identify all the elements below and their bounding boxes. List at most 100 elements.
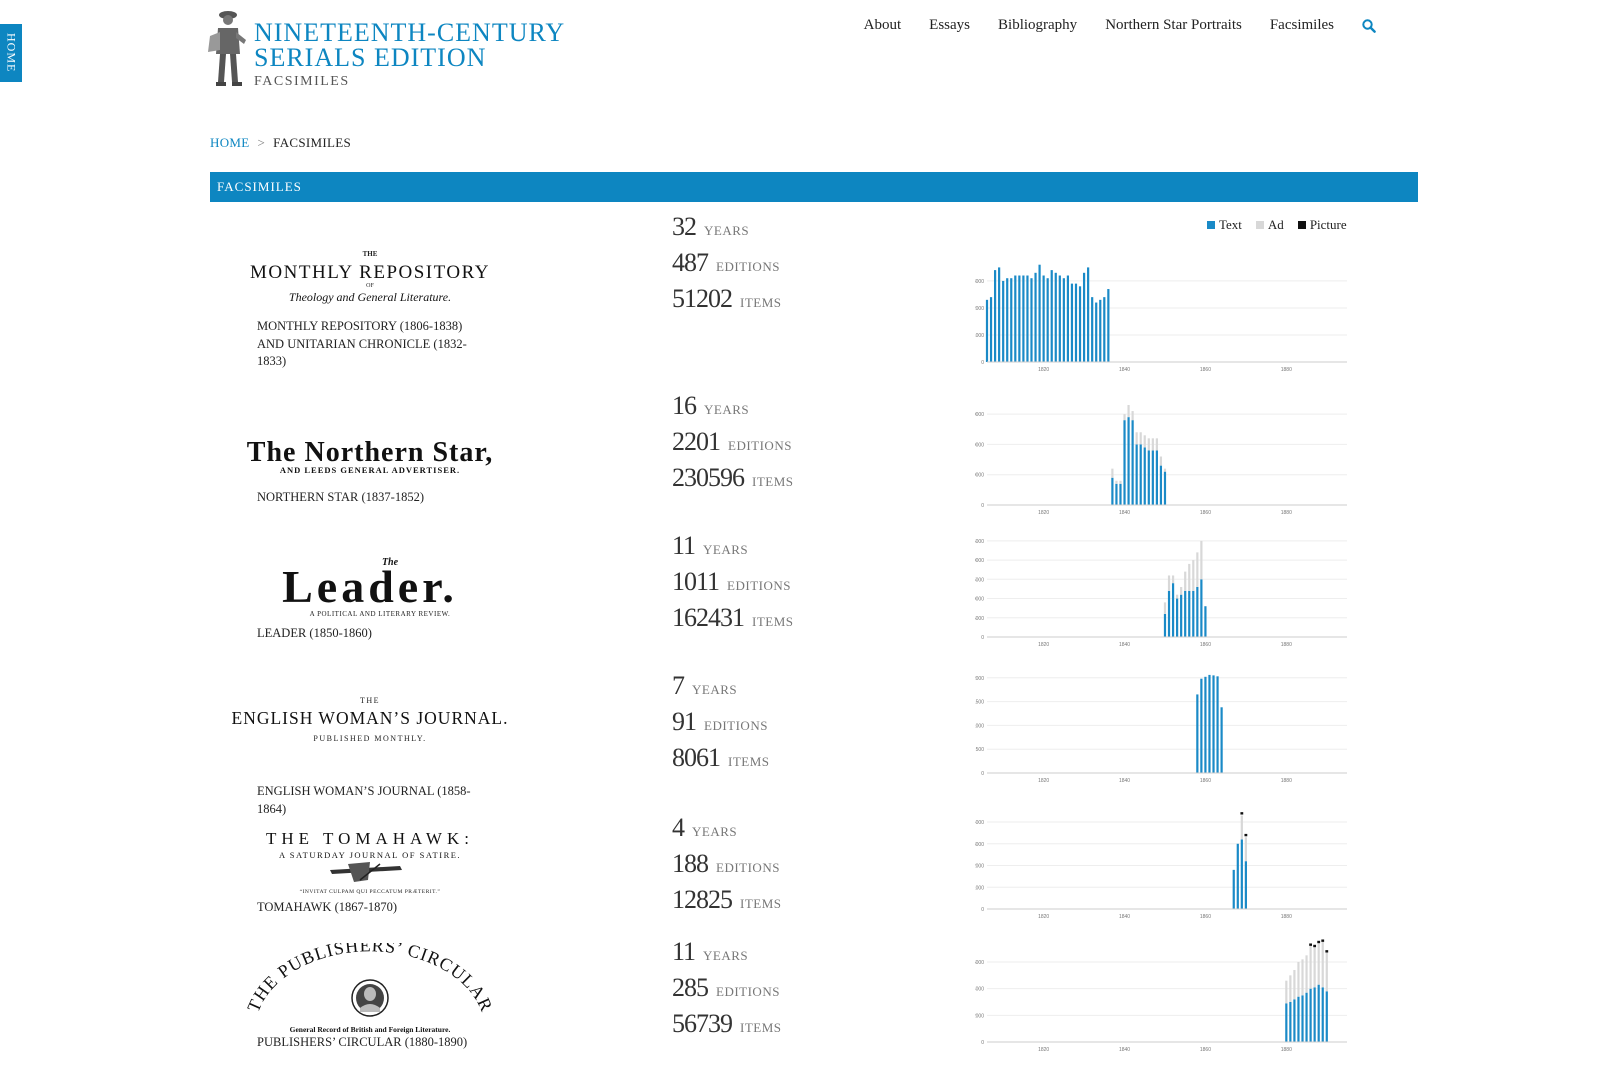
masthead-english-womans-journal[interactable]: THE ENGLISH WOMAN’S JOURNAL. PUBLISHED M… — [230, 673, 510, 773]
nav-facsimiles[interactable]: Facsimiles — [1270, 17, 1334, 34]
breadcrumb-separator: > — [257, 135, 266, 150]
nav-about[interactable]: About — [864, 17, 902, 34]
logo-title-line2: SERIALS EDITION — [254, 43, 487, 72]
nav-bibliography[interactable]: Bibliography — [998, 17, 1077, 34]
masthead-leader[interactable]: The Leader. A POLITICAL AND LITERARY REV… — [230, 537, 510, 637]
publication-title[interactable]: PUBLISHERS’ CIRCULAR (1880-1890) — [257, 1034, 482, 1052]
y-tick-label: 6000 — [975, 960, 984, 966]
publication-title[interactable]: TOMAHAWK (1867-1870) — [257, 899, 482, 917]
home-tab[interactable]: HOME — [0, 24, 22, 82]
bar-text — [1208, 674, 1211, 773]
y-tick-label: 0 — [981, 503, 984, 509]
masthead-publishers-circular[interactable]: THE PUBLISHERS’ CIRCULAR General Record … — [230, 943, 510, 1043]
publication-title[interactable]: NORTHERN STAR (1837-1852) — [257, 489, 482, 507]
masthead-tomahawk[interactable]: THE TOMAHAWK: A SATURDAY JOURNAL OF SATI… — [230, 813, 510, 913]
bar-text — [1204, 606, 1207, 637]
bar-text — [1082, 272, 1086, 362]
bar-ad — [1313, 947, 1316, 988]
site-logo[interactable]: NINETEENTH-CENTURY SERIALS EDITION FACSI… — [206, 6, 565, 90]
bar-text — [1002, 280, 1005, 362]
bar-ad — [1285, 980, 1288, 1004]
publication-title[interactable]: LEADER (1850-1860) — [257, 625, 482, 643]
bar-text — [1200, 678, 1203, 773]
bar-text — [1050, 270, 1053, 362]
bar-picture — [1325, 950, 1329, 953]
stat-years-value: 11 — [672, 531, 696, 560]
bar-text — [1313, 987, 1316, 1042]
y-tick-label: 3000 — [975, 842, 984, 848]
legend-item-ad: Ad — [1255, 217, 1284, 233]
x-tick-label: 1840 — [1119, 367, 1130, 373]
stat-items-label: ITEMS — [740, 295, 782, 310]
bar-text — [1196, 587, 1199, 637]
x-tick-label: 1880 — [1281, 510, 1292, 516]
bar-text — [1054, 272, 1057, 362]
bar-text — [1119, 483, 1122, 505]
bar-ad — [1305, 955, 1308, 993]
x-tick-label: 1840 — [1119, 510, 1130, 516]
bar-text — [1026, 275, 1029, 362]
bar-text — [1317, 984, 1320, 1042]
stat-items-label: ITEMS — [728, 754, 770, 769]
bar-text — [1010, 278, 1013, 362]
stat-items-label: ITEMS — [752, 614, 794, 629]
bar-text — [1066, 275, 1069, 362]
bar-ad — [1196, 552, 1199, 587]
bar-text — [1196, 694, 1199, 773]
bar-text — [1074, 283, 1078, 362]
bar-text — [989, 297, 993, 362]
masthead-sub: PUBLISHED MONTHLY. — [313, 734, 426, 743]
bar-ad — [1240, 815, 1243, 840]
search-icon[interactable] — [1362, 18, 1376, 33]
bar-text — [1321, 987, 1324, 1042]
bar-text — [1180, 594, 1183, 637]
y-tick-label: 500 — [976, 747, 985, 753]
stat-years-label: YEARS — [692, 824, 738, 839]
legend-label-ad: Ad — [1267, 217, 1284, 232]
y-tick-label: 1000 — [975, 885, 984, 891]
bar-text — [1232, 869, 1235, 909]
bar-ad — [1147, 438, 1150, 451]
bar-text — [1204, 676, 1207, 773]
x-tick-label: 1840 — [1119, 778, 1130, 784]
stat-editions: 285 EDITIONS — [672, 973, 780, 1003]
bar-ad — [1139, 432, 1142, 445]
bar-text — [1163, 613, 1167, 637]
bar-text — [1111, 477, 1114, 505]
bar-text — [1167, 590, 1171, 637]
bar-text — [1095, 302, 1098, 362]
masthead-monthly-repository[interactable]: THE MONTHLY REPOSITORY OF Theology and G… — [230, 228, 510, 328]
legend-swatch-ad — [1255, 221, 1264, 229]
masthead-main: THE TOMAHAWK: — [266, 829, 474, 848]
bar-text — [1147, 450, 1150, 505]
newsboy-figure-icon — [208, 11, 246, 86]
bar-ad — [1111, 468, 1114, 478]
stat-items-value: 12825 — [672, 885, 733, 914]
bar-ad — [1317, 943, 1320, 985]
bar-ad — [1163, 602, 1167, 614]
bar-picture — [1317, 940, 1321, 944]
x-tick-label: 1820 — [1038, 914, 1049, 920]
publication-title[interactable]: MONTHLY REPOSITORY (1806-1838) AND UNITA… — [257, 318, 482, 371]
y-tick-label: 1500 — [975, 700, 984, 706]
bar-text — [1135, 444, 1138, 505]
bar-text — [993, 270, 997, 362]
bar-ad — [1151, 438, 1154, 451]
breadcrumb-home[interactable]: HOME — [210, 135, 249, 150]
stat-years-label: YEARS — [703, 542, 749, 557]
stat-years-value: 16 — [672, 391, 697, 420]
y-tick-label: 10000 — [975, 473, 984, 479]
bar-text — [1176, 598, 1179, 637]
chart-monthly-repository: 0 1000 2000 3000 1820 1840 1860 1880 — [975, 264, 1347, 373]
bar-ad — [1244, 837, 1247, 862]
bar-text — [1240, 839, 1243, 909]
bar-text — [1062, 278, 1065, 362]
bar-text — [1188, 590, 1191, 637]
nav-essays[interactable]: Essays — [929, 17, 970, 34]
bar-ad — [1119, 480, 1122, 484]
stat-editions-label: EDITIONS — [728, 438, 792, 453]
bar-ad — [1131, 411, 1134, 421]
nav-northern-star-portraits[interactable]: Northern Star Portraits — [1105, 17, 1242, 34]
x-tick-label: 1840 — [1119, 914, 1130, 920]
stat-items-value: 8061 — [672, 743, 721, 772]
